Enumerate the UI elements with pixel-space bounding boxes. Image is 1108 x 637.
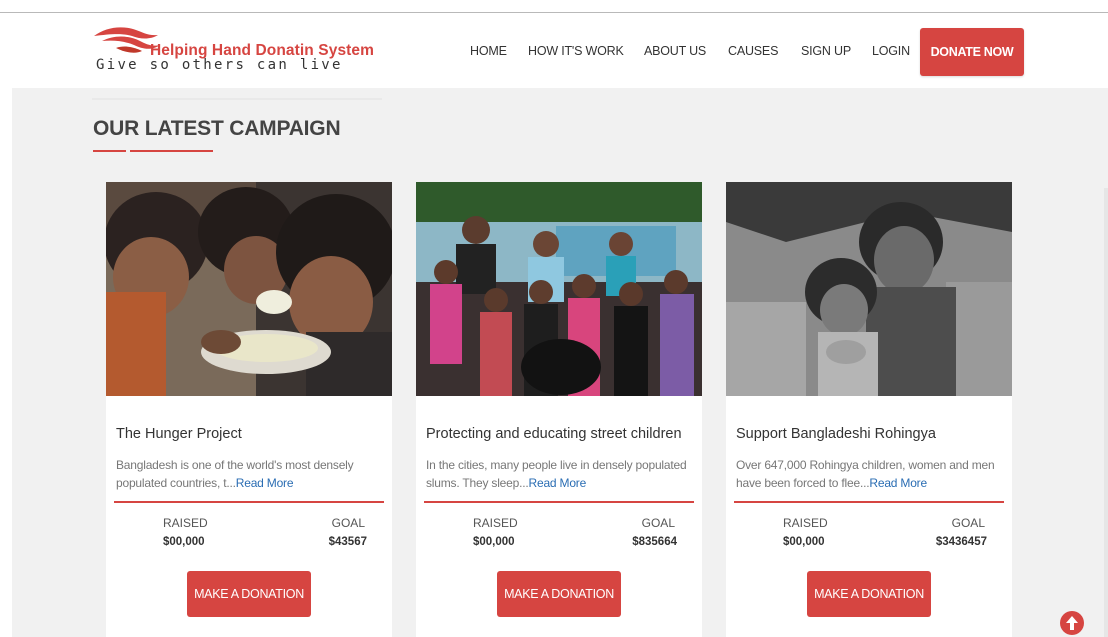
nav-home[interactable]: HOME	[470, 44, 507, 58]
campaign-image-street-children[interactable]	[416, 182, 702, 396]
scroll-to-top-button[interactable]	[1060, 611, 1084, 635]
nav-sign-up[interactable]: SIGN UP	[801, 44, 851, 58]
street-children-group-image	[416, 182, 702, 396]
raised-label: RAISED	[163, 516, 208, 530]
make-donation-button[interactable]: MAKE A DONATION	[807, 571, 931, 617]
logo-divider	[92, 98, 382, 100]
campaign-description: In the cities, many people live in dense…	[426, 456, 696, 492]
campaign-image-rohingya[interactable]	[726, 182, 1012, 396]
raised-amount: $00,000	[473, 536, 515, 548]
section-title: OUR LATEST CAMPAIGN	[93, 117, 341, 140]
campaign-title: The Hunger Project	[116, 426, 242, 442]
goal-label: GOAL	[641, 516, 675, 530]
title-underline-short	[93, 150, 126, 152]
campaign-description: Over 647,000 Rohingya children, women an…	[736, 456, 1006, 492]
raised-amount: $00,000	[783, 536, 825, 548]
campaign-card-street-children: Protecting and educating street children…	[416, 182, 702, 637]
title-underline-long	[130, 150, 213, 152]
raised-label: RAISED	[783, 516, 828, 530]
make-donation-button[interactable]: MAKE A DONATION	[497, 571, 621, 617]
scrollbar-track[interactable]	[1104, 188, 1108, 637]
nav-about-us[interactable]: ABOUT US	[644, 44, 706, 58]
raised-label: RAISED	[473, 516, 518, 530]
nav-causes[interactable]: CAUSES	[728, 44, 778, 58]
site-header: Helping Hand Donatin System Give so othe…	[0, 13, 1108, 100]
arrow-up-circle-icon	[1066, 616, 1078, 630]
campaign-description-text: Bangladesh is one of the world's most de…	[116, 458, 354, 490]
make-donation-button[interactable]: MAKE A DONATION	[187, 571, 311, 617]
goal-amount: $3436457	[935, 536, 987, 548]
card-divider	[424, 501, 694, 503]
campaign-title: Support Bangladeshi Rohingya	[736, 426, 936, 442]
campaign-title: Protecting and educating street children	[426, 426, 682, 442]
goal-amount: $43567	[328, 536, 367, 548]
read-more-link[interactable]: Read More	[236, 476, 294, 490]
rohingya-children-image	[726, 182, 1012, 396]
goal-label: GOAL	[951, 516, 985, 530]
brand-tagline: Give so others can live	[96, 57, 343, 73]
campaign-description: Bangladesh is one of the world's most de…	[116, 456, 386, 492]
site-logo[interactable]: Helping Hand Donatin System Give so othe…	[92, 23, 382, 100]
campaign-image-hunger[interactable]	[106, 182, 392, 396]
read-more-link[interactable]: Read More	[529, 476, 587, 490]
card-divider	[114, 501, 384, 503]
goal-label: GOAL	[331, 516, 365, 530]
campaign-card-hunger: The Hunger Project Bangladesh is one of …	[106, 182, 392, 637]
goal-amount: $835664	[632, 536, 677, 548]
card-divider	[734, 501, 1004, 503]
children-eating-image	[106, 182, 392, 396]
read-more-link[interactable]: Read More	[869, 476, 927, 490]
nav-how-it-works[interactable]: HOW IT'S WORK	[528, 44, 624, 58]
campaign-card-rohingya: Support Bangladeshi Rohingya Over 647,00…	[726, 182, 1012, 637]
campaign-description-text: Over 647,000 Rohingya children, women an…	[736, 458, 995, 490]
nav-login[interactable]: LOGIN	[872, 44, 910, 58]
donate-now-button[interactable]: DONATE NOW	[920, 28, 1024, 76]
raised-amount: $00,000	[163, 536, 205, 548]
